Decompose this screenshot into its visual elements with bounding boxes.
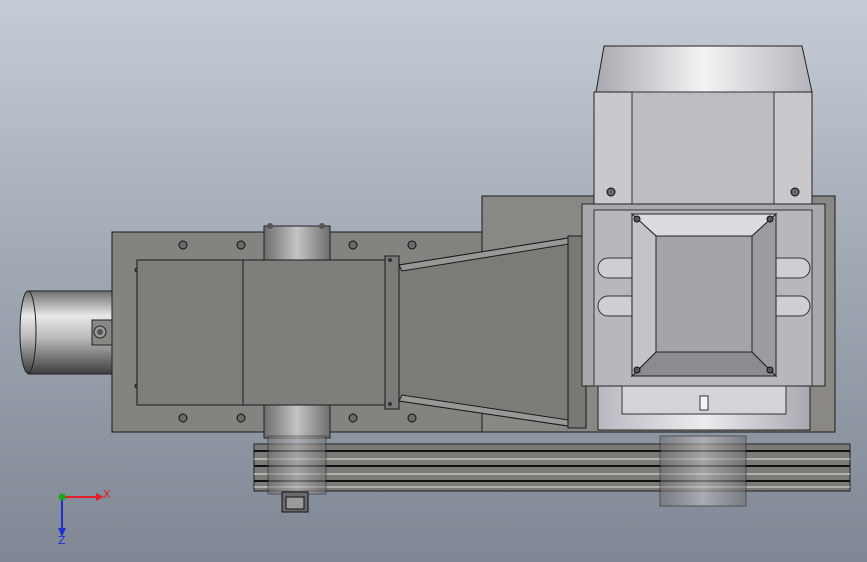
x-axis-label: X <box>103 488 111 501</box>
y-axis-dot <box>58 493 66 501</box>
electric-motor <box>581 45 826 431</box>
cad-viewport[interactable]: X Z <box>0 0 867 562</box>
housing-body <box>136 255 400 410</box>
left-cylinder <box>19 290 113 375</box>
feed-hopper <box>398 235 587 429</box>
z-axis-label: Z <box>58 534 66 547</box>
